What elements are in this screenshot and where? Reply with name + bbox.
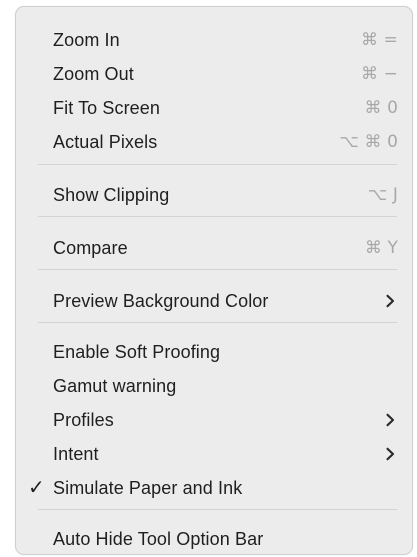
menu-item-label: Show Clipping: [53, 185, 170, 205]
menu-separator: [38, 269, 397, 270]
menu-separator: [38, 216, 397, 217]
menu-item-compare[interactable]: Compare ⌘ Y: [16, 231, 412, 265]
menu-item-label: Auto Hide Tool Option Bar: [53, 529, 264, 549]
menu-item-label: Intent: [53, 444, 99, 464]
menu-item-show-clipping[interactable]: Show Clipping ⌥ J: [16, 178, 412, 212]
menu-item-shortcut: ⌘ −: [361, 64, 398, 84]
menu-item-profiles[interactable]: Profiles: [16, 403, 412, 437]
chevron-right-icon: [383, 413, 397, 427]
menu-item-shortcut: ⌥ J: [367, 185, 398, 205]
menu-separator: [38, 509, 397, 510]
menu-separator: [38, 322, 397, 323]
menu-item-shortcut: ⌘ Y: [364, 238, 398, 258]
menu-item-simulate-paper-and-ink[interactable]: ✓ Simulate Paper and Ink: [16, 471, 412, 505]
menu-item-intent[interactable]: Intent: [16, 437, 412, 471]
menu-item-auto-hide-tool-option-bar[interactable]: Auto Hide Tool Option Bar: [16, 522, 412, 556]
menu-item-fit-to-screen[interactable]: Fit To Screen ⌘ 0: [16, 91, 412, 125]
menu-item-shortcut: ⌘ =: [361, 30, 398, 50]
menu-item-label: Actual Pixels: [53, 132, 158, 152]
menu-item-label: Zoom Out: [53, 64, 134, 84]
menu-item-gamut-warning[interactable]: Gamut warning: [16, 369, 412, 403]
menu-item-actual-pixels[interactable]: Actual Pixels ⌥ ⌘ 0: [16, 125, 412, 159]
menu-item-label: Zoom In: [53, 30, 120, 50]
menu-item-zoom-in[interactable]: Zoom In ⌘ =: [16, 23, 412, 57]
menu-item-label: Profiles: [53, 410, 114, 430]
view-menu: Zoom In ⌘ = Zoom Out ⌘ − Fit To Screen ⌘…: [15, 6, 413, 555]
menu-item-shortcut: ⌥ ⌘ 0: [339, 132, 398, 152]
chevron-right-icon: [383, 294, 397, 308]
menu-item-label: Fit To Screen: [53, 98, 161, 118]
menu-item-preview-background-color[interactable]: Preview Background Color: [16, 284, 412, 318]
chevron-right-icon: [383, 447, 397, 461]
menu-item-label: Simulate Paper and Ink: [53, 478, 243, 498]
menu-item-shortcut: ⌘ 0: [364, 98, 398, 118]
menu-item-enable-soft-proofing[interactable]: Enable Soft Proofing: [16, 335, 412, 369]
page: Zoom In ⌘ = Zoom Out ⌘ − Fit To Screen ⌘…: [0, 0, 417, 557]
menu-item-label: Preview Background Color: [53, 291, 269, 311]
menu-item-label: Gamut warning: [53, 376, 177, 396]
checkmark-icon: ✓: [28, 477, 45, 499]
menu-item-zoom-out[interactable]: Zoom Out ⌘ −: [16, 57, 412, 91]
menu-item-label: Enable Soft Proofing: [53, 342, 221, 362]
menu-item-label: Compare: [53, 238, 128, 258]
menu-separator: [38, 164, 397, 165]
